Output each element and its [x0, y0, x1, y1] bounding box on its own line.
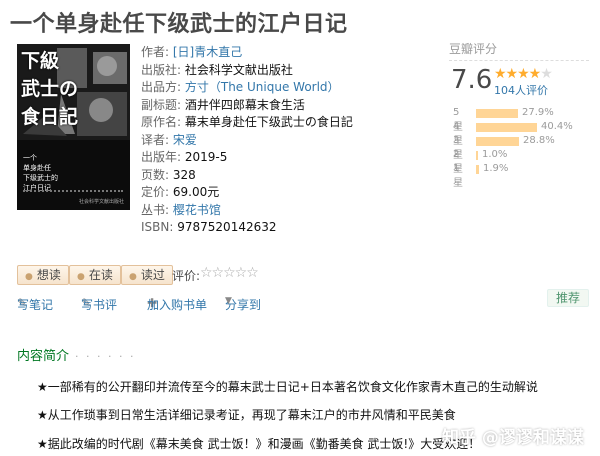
- info-pages: 页数: 328: [141, 167, 196, 182]
- cover-publisher: 社会科学文献出版社: [78, 199, 124, 205]
- star-icon: ★★★★: [494, 66, 541, 82]
- info-price: 定价: 69.00元: [141, 185, 220, 199]
- producer-link[interactable]: 方寸（The Unique World）: [185, 80, 340, 94]
- rating-panel: 豆瓣评分 7.6 ★★★★★ 104人评价 5星 27.9% 4星 40.4% 3星 28…: [449, 40, 589, 189]
- rating-score: 7.6: [451, 65, 493, 95]
- rating-stars: ★★★★★: [494, 66, 553, 82]
- rating-bar-percent: 1.9%: [483, 163, 509, 174]
- section-dots: · · · · · ·: [75, 350, 136, 363]
- rating-bar-percent: 28.8%: [523, 135, 555, 146]
- mark-icon: ●: [25, 272, 33, 282]
- info-subtitle: 副标题: 酒井伴四郎幕末食生活: [141, 97, 305, 112]
- rating-bar-fill: [476, 165, 479, 174]
- star-empty-icon: ★: [540, 66, 553, 82]
- cover-divider: [23, 190, 123, 193]
- want-to-read-button[interactable]: ● 想读: [17, 265, 69, 285]
- cover-subtitle-line: 单身赴任: [23, 164, 51, 172]
- info-date: 出版年: 2019-5: [141, 150, 228, 164]
- book-info: 作者: [日]青木直己 出版社: 社会科学文献出版社 出品方: 方寸（The U…: [141, 44, 353, 237]
- intro-line: ★据此改编的时代剧《幕末美食 武士饭！》和漫画《勤番美食 武士饭!》大受欢迎！: [37, 437, 481, 451]
- info-producer: 出品方: 方寸（The Unique World）: [141, 80, 340, 94]
- cover-title-line: 食日記: [21, 106, 79, 128]
- author-link[interactable]: [日]青木直己: [173, 45, 242, 59]
- rating-bar-label: 1星: [453, 163, 463, 189]
- rate-label: 评价:: [172, 269, 201, 283]
- rating-divider: [449, 60, 589, 61]
- book-title: 一个单身赴任下级武士的江户日记: [10, 12, 348, 37]
- rating-bar-fill: [476, 151, 478, 160]
- reading-button[interactable]: ● 在读: [69, 265, 121, 285]
- rate-stars-input[interactable]: ☆☆☆☆☆: [200, 265, 259, 281]
- rating-bar-fill: [476, 109, 518, 118]
- info-original-title: 原作名: 幕末单身赴任下级武士の食日記: [141, 115, 353, 129]
- read-button[interactable]: ● 读过: [121, 265, 173, 285]
- translator-link[interactable]: 宋爱: [173, 133, 197, 147]
- rating-bar-percent: 27.9%: [522, 107, 554, 118]
- recommend-button[interactable]: 推荐: [547, 289, 589, 307]
- info-translator: 译者: 宋爱: [141, 132, 197, 147]
- info-series: 丛书: 樱花书馆: [141, 202, 221, 217]
- cover-title-line: 武士の: [21, 78, 79, 100]
- cover-subtitle-line: 下级武士的: [23, 174, 58, 182]
- info-publisher: 出版社: 社会科学文献出版社: [141, 62, 293, 77]
- cover-subtitle-line: 一个: [23, 154, 37, 162]
- info-isbn: ISBN: 9787520142632: [141, 220, 277, 234]
- rating-header: 豆瓣评分: [449, 42, 498, 56]
- rating-bar-fill: [476, 123, 537, 132]
- rating-bar-percent: 40.4%: [541, 121, 573, 132]
- mark-icon: ●: [77, 272, 85, 282]
- chevron-down-icon: ▼: [225, 296, 232, 306]
- series-link[interactable]: 樱花书馆: [173, 203, 221, 217]
- mark-icon: ●: [129, 272, 137, 282]
- section-title: 内容简介 · · · · · ·: [17, 349, 136, 364]
- rating-bar-fill: [476, 137, 519, 146]
- intro-line: ★一部稀有的公开翻印并流传至今的幕末武士日记+日本著名饮食文化作家青木直己的生动…: [37, 380, 538, 394]
- rating-bar-percent: 1.0%: [482, 149, 508, 160]
- info-author: 作者: [日]青木直己: [141, 45, 243, 59]
- rating-count-link[interactable]: 104人评价: [494, 82, 548, 98]
- book-cover[interactable]: 下級 武士の 食日記 一个 单身赴任 下级武士的 江户日记 社会科学文献出版社: [17, 44, 130, 210]
- intro-line: ★从工作琐事到日常生活详细记录考证，再现了幕末江户的市井风情和平民美食: [37, 408, 456, 422]
- watermark: 知乎 @谬谬和谋谋: [442, 428, 584, 448]
- cover-title-line: 下級: [21, 50, 60, 72]
